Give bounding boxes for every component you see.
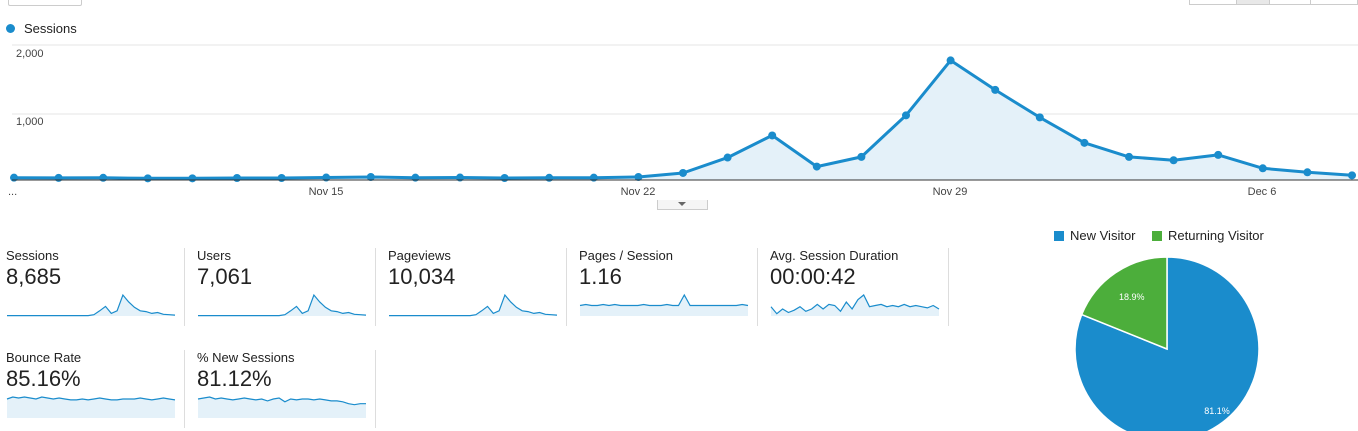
chart-collapse-toggle[interactable] <box>657 200 708 210</box>
chart-legend: Sessions <box>6 21 77 36</box>
metric-value: 81.12% <box>197 366 272 391</box>
series-point[interactable] <box>545 173 554 182</box>
pie-slice-label: 81.1% <box>1204 406 1230 416</box>
legend-dot <box>6 24 15 33</box>
series-point[interactable] <box>233 173 241 182</box>
interval-option-week[interactable] <box>1269 0 1311 5</box>
series-point[interactable] <box>1080 138 1089 147</box>
series-point[interactable] <box>902 111 910 120</box>
interval-option-day[interactable] <box>1236 0 1270 5</box>
x-tick-label: Nov 29 <box>933 186 968 198</box>
series-point[interactable] <box>500 173 509 182</box>
series-point[interactable] <box>812 162 821 171</box>
sparkline-line <box>7 293 176 317</box>
y-tick-label: 2,000 <box>16 48 44 60</box>
pie-legend-new-visitor[interactable]: New Visitor <box>1054 228 1136 243</box>
x-tick-label: Nov 22 <box>621 186 656 198</box>
legend-label: Returning Visitor <box>1168 228 1264 243</box>
interval-option-month[interactable] <box>1310 0 1358 5</box>
visitor-pie-chart: 81.1% 18.9% <box>1074 256 1260 431</box>
series-area <box>14 60 1352 180</box>
series-point[interactable] <box>1214 150 1223 159</box>
legend-label: Sessions <box>24 21 77 36</box>
series-point[interactable] <box>1303 168 1312 177</box>
series-point[interactable] <box>1169 156 1178 165</box>
x-tick-label: Nov 15 <box>309 186 344 198</box>
pie-slice-label: 18.9% <box>1119 292 1145 302</box>
y-tick-label: 1,000 <box>16 116 44 128</box>
interval-option-hourly[interactable] <box>1189 0 1237 5</box>
metric-value: 85.16% <box>6 366 81 391</box>
series-point[interactable] <box>1035 113 1044 122</box>
series-point[interactable] <box>857 152 866 161</box>
legend-swatch <box>1152 230 1162 241</box>
metric-value: 00:00:42 <box>770 264 856 289</box>
series-point[interactable] <box>768 131 777 140</box>
x-tick-label: ... <box>8 186 17 198</box>
series-point[interactable] <box>188 174 197 183</box>
sparkline-line <box>198 293 367 317</box>
metric-sparkline <box>197 396 366 418</box>
metric-value: 8,685 <box>6 264 62 289</box>
legend-swatch <box>1054 230 1064 241</box>
metric-label: Pageviews <box>388 248 451 263</box>
series-point[interactable] <box>1125 152 1133 161</box>
series-point[interactable] <box>143 174 152 183</box>
series-point[interactable] <box>723 153 732 162</box>
metric-pageviews[interactable]: Pageviews 10,034 <box>388 248 567 326</box>
metric-sparkline <box>6 396 176 418</box>
metric-label: Pages / Session <box>579 248 673 263</box>
metric-label: Bounce Rate <box>6 350 82 365</box>
series-point[interactable] <box>1258 164 1267 173</box>
metric-sparkline <box>770 294 940 316</box>
metric-value: 10,034 <box>388 264 456 289</box>
series-point[interactable] <box>54 173 63 182</box>
series-point[interactable] <box>99 173 108 182</box>
sparkline-line <box>579 293 749 307</box>
metric-label: Users <box>197 248 231 263</box>
metric-avg-session-duration[interactable]: Avg. Session Duration 00:00:42 <box>770 248 949 326</box>
metric-bounce-rate[interactable]: Bounce Rate 85.16% <box>6 350 185 428</box>
metric-sparkline <box>7 293 176 317</box>
metric-value: 1.16 <box>579 264 622 289</box>
series-point[interactable] <box>946 56 955 65</box>
x-tick-label: Dec 6 <box>1248 186 1277 198</box>
metric-pages-per-session[interactable]: Pages / Session 1.16 <box>579 248 758 326</box>
metric-users[interactable]: Users 7,061 <box>197 248 376 326</box>
top-left-button[interactable] <box>8 0 82 6</box>
legend-label: New Visitor <box>1070 228 1136 243</box>
metric-sparkline <box>579 293 749 316</box>
metric-label: % New Sessions <box>197 350 295 365</box>
metric-label: Avg. Session Duration <box>770 248 899 263</box>
metric-value: 7,061 <box>197 264 253 289</box>
series-point[interactable] <box>991 85 1000 94</box>
metric-new-sessions[interactable]: % New Sessions 81.12% <box>197 350 376 428</box>
series-point[interactable] <box>1348 171 1356 180</box>
series-point[interactable] <box>277 173 286 182</box>
chart-interval-toggle <box>1189 0 1358 5</box>
metric-sparkline <box>198 293 367 317</box>
metric-sparkline <box>389 293 558 317</box>
sessions-line-chart: 2,000 1,000 ... Nov 15 Nov 22 Nov 29 Dec… <box>8 44 1358 198</box>
metric-label: Sessions <box>6 248 59 263</box>
series-point[interactable] <box>679 168 687 177</box>
metric-sessions[interactable]: Sessions 8,685 <box>6 248 185 326</box>
sparkline-line <box>389 293 558 317</box>
pie-legend-returning-visitor[interactable]: Returning Visitor <box>1152 228 1264 243</box>
